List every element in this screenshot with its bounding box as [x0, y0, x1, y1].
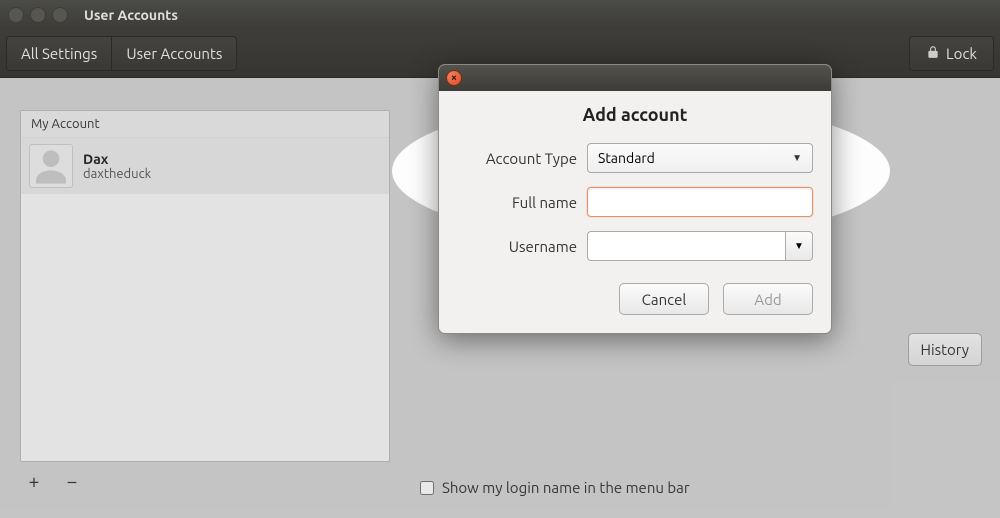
window-title: User Accounts [84, 7, 178, 23]
add-button[interactable]: Add [723, 283, 813, 315]
window-close-button[interactable] [8, 7, 24, 23]
remove-account-button[interactable]: − [62, 470, 82, 492]
add-account-button[interactable]: + [24, 470, 44, 492]
account-type-label: Account Type [457, 150, 577, 167]
account-type-value: Standard [598, 150, 655, 166]
username-combo: ▼ [587, 231, 813, 261]
window-minimize-button[interactable] [30, 7, 46, 23]
full-name-input[interactable] [587, 187, 813, 217]
lock-button-label: Lock [946, 45, 977, 62]
account-display-name: Dax [83, 151, 151, 167]
username-label: Username [457, 238, 577, 255]
show-login-label: Show my login name in the menu bar [442, 479, 690, 496]
lock-icon [926, 45, 940, 62]
history-button[interactable]: History [908, 333, 983, 366]
username-row: Username ▼ [457, 231, 813, 261]
window-maximize-button[interactable] [52, 7, 68, 23]
username-input[interactable] [587, 231, 785, 261]
account-list-header: My Account [21, 111, 389, 138]
add-account-dialog: Add account Account Type Standard ▼ Full… [438, 64, 832, 334]
account-text: Dax daxtheduck [83, 151, 151, 181]
full-name-row: Full name [457, 187, 813, 217]
account-row[interactable]: Dax daxtheduck [21, 138, 389, 194]
lock-button[interactable]: Lock [909, 36, 994, 71]
dialog-title: Add account [457, 105, 813, 125]
show-login-checkbox[interactable] [420, 481, 434, 495]
account-list: My Account Dax daxtheduck [20, 110, 390, 462]
chevron-down-icon: ▼ [794, 240, 804, 252]
dialog-titlebar [439, 65, 831, 91]
account-list-actions: + − [24, 470, 82, 492]
account-type-select[interactable]: Standard ▼ [587, 143, 813, 173]
all-settings-button[interactable]: All Settings [6, 36, 112, 71]
dialog-actions: Cancel Add [457, 283, 813, 315]
dialog-close-button[interactable] [446, 70, 462, 86]
chevron-down-icon: ▼ [792, 152, 802, 164]
full-name-label: Full name [457, 194, 577, 211]
account-type-row: Account Type Standard ▼ [457, 143, 813, 173]
user-accounts-breadcrumb[interactable]: User Accounts [112, 36, 237, 71]
show-login-row: Show my login name in the menu bar [420, 479, 690, 496]
username-dropdown-button[interactable]: ▼ [785, 231, 813, 261]
window-titlebar: User Accounts [0, 0, 1000, 30]
cancel-button[interactable]: Cancel [619, 283, 709, 315]
account-username: daxtheduck [83, 167, 151, 181]
avatar [29, 144, 73, 188]
